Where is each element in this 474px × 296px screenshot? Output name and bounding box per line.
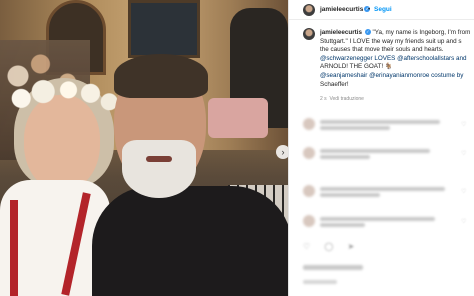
- post-photo[interactable]: ›: [0, 0, 288, 296]
- man-shirt: [92, 186, 288, 296]
- man-hair: [114, 54, 208, 98]
- post-username[interactable]: jamieleecurtis ✓: [320, 6, 371, 13]
- comment-row: ♡: [289, 114, 474, 134]
- post-side-panel: jamieleecurtis ✓ • Segui jamieleecurtis ✓…: [288, 0, 474, 296]
- username-text[interactable]: jamieleecurtis: [320, 6, 363, 13]
- post-caption: jamieleecurtis ✓ "Ya, my name is Ingebor…: [320, 29, 472, 89]
- avatar[interactable]: [303, 118, 315, 130]
- blurred-comment-text: [320, 155, 370, 159]
- see-translation-link[interactable]: Vedi traduzione: [329, 96, 363, 102]
- background-window: [128, 0, 200, 58]
- caption-line-7: Schaeffer!: [320, 80, 349, 88]
- man-beard: [122, 140, 196, 198]
- blurred-comment-text: [320, 187, 445, 191]
- chevron-right-icon: ›: [281, 147, 285, 157]
- caption-meta: 2 s Vedi traduzione: [320, 96, 364, 102]
- header-separator: •: [368, 6, 371, 13]
- caption-line-1: "Ya, my name is Ingeborg, I'm from: [372, 29, 471, 36]
- caption-time: 2 s: [320, 96, 327, 102]
- comment-row: ♡: [289, 211, 474, 231]
- post-header: jamieleecurtis ✓ • Segui: [289, 0, 474, 20]
- heart-icon[interactable]: ♡: [461, 218, 466, 225]
- blurred-likes-count: [303, 265, 363, 270]
- blurred-comment-text: [320, 149, 430, 153]
- comment-row: ♡: [289, 143, 474, 163]
- follow-button[interactable]: Segui: [374, 6, 392, 13]
- caption-line-2: Stuttgart." I LOVE the way my friends su…: [320, 37, 462, 45]
- heart-icon[interactable]: ♡: [461, 150, 466, 157]
- avatar[interactable]: [303, 4, 315, 16]
- dress-strap-left: [10, 200, 18, 296]
- comment-row: ♡: [289, 181, 474, 201]
- blurred-comment-text: [320, 193, 380, 197]
- flower-crown: [8, 78, 118, 112]
- heart-icon[interactable]: ♡: [461, 121, 466, 128]
- man-mouth: [146, 156, 172, 162]
- blurred-comment-text: [320, 217, 435, 221]
- verified-badge-icon: ✓: [364, 29, 371, 36]
- blurred-comment-text: [320, 223, 365, 227]
- caption-username[interactable]: jamieleecurtis: [320, 29, 362, 36]
- caption-line-6[interactable]: @seanjameshair @erinayanianmonroe costum…: [320, 72, 472, 81]
- caption-line-3: the causes that move their souls and hea…: [320, 46, 444, 54]
- post-action-bar[interactable]: ♡ ◯ ➤: [303, 242, 360, 251]
- background-sofa: [208, 98, 268, 138]
- caption-line-5: ARNOLD! THE GOAT! 🐐: [320, 63, 393, 71]
- carousel-next-button[interactable]: ›: [276, 145, 288, 159]
- avatar[interactable]: [303, 215, 315, 227]
- blurred-comment-text: [320, 126, 390, 130]
- heart-icon[interactable]: ♡: [461, 188, 466, 195]
- blurred-comment-text: [320, 120, 440, 124]
- avatar[interactable]: [303, 147, 315, 159]
- caption-avatar[interactable]: [303, 28, 315, 40]
- blurred-post-date: [303, 280, 337, 284]
- avatar[interactable]: [303, 185, 315, 197]
